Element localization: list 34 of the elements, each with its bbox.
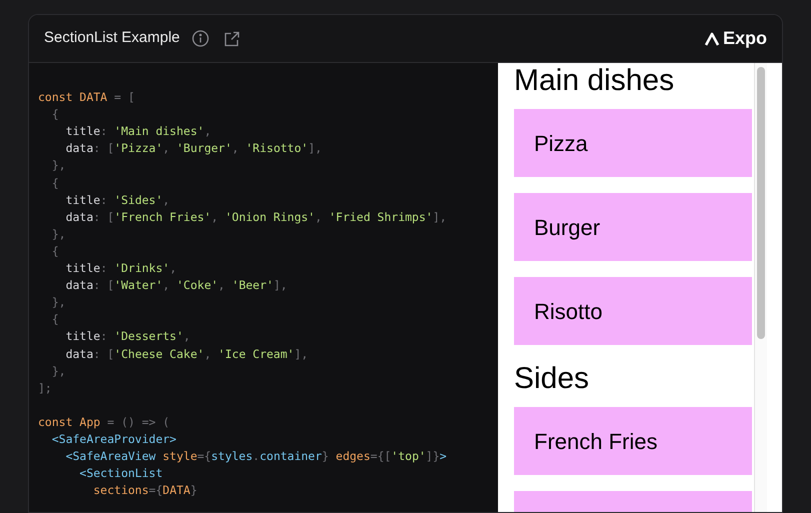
code-line: {: [50, 244, 59, 258]
code-line: },: [50, 158, 66, 172]
code-line: title: 'Desserts',: [64, 329, 190, 344]
brand-name: Expo: [722, 27, 767, 50]
code-line: <SafeAreaProvider>: [50, 432, 176, 446]
panel-title: SectionList Example: [44, 28, 180, 48]
code-line: ];: [38, 380, 52, 395]
list-item[interactable]: Risotto: [514, 277, 752, 345]
code-line: },: [50, 226, 66, 241]
code-line: },: [50, 364, 66, 378]
code-line: const DATA = [: [38, 90, 135, 104]
list-item[interactable]: Burger: [514, 193, 752, 261]
scrollbar-thumb[interactable]: [757, 67, 765, 339]
code-line: {: [50, 176, 59, 190]
code-line: sections={DATA}: [92, 483, 198, 498]
code-line: data: ['Pizza', 'Burger', 'Risotto'],: [64, 141, 322, 156]
code-line: {: [50, 107, 59, 122]
code-line: },: [50, 295, 66, 310]
list-item[interactable]: Pizza: [514, 109, 752, 177]
code-line: title: 'Sides',: [64, 192, 170, 207]
code-line: title: 'Drinks',: [64, 261, 176, 276]
code-line: <SectionList: [78, 466, 163, 480]
code-line: title: 'Main dishes',: [64, 124, 212, 138]
code-line: <SafeAreaView style={styles.container} edges={['top']}>: [64, 449, 447, 464]
code-line: const App = () => (: [38, 414, 170, 429]
section-header: Main dishes: [514, 63, 676, 99]
section-header: Sides: [514, 361, 590, 397]
list-item[interactable]: French Fries: [514, 407, 752, 475]
code-line: data: ['Cheese Cake', 'Ice Cream'],: [64, 346, 308, 360]
external-link-icon[interactable]: [224, 30, 240, 46]
info-icon[interactable]: [192, 30, 209, 47]
code-line: data: ['Water', 'Coke', 'Beer'],: [64, 278, 288, 292]
code-line: data: ['French Fries', 'Onion Rings', 'Fried Shrimps'],: [64, 210, 447, 224]
code-line: {: [50, 312, 59, 326]
